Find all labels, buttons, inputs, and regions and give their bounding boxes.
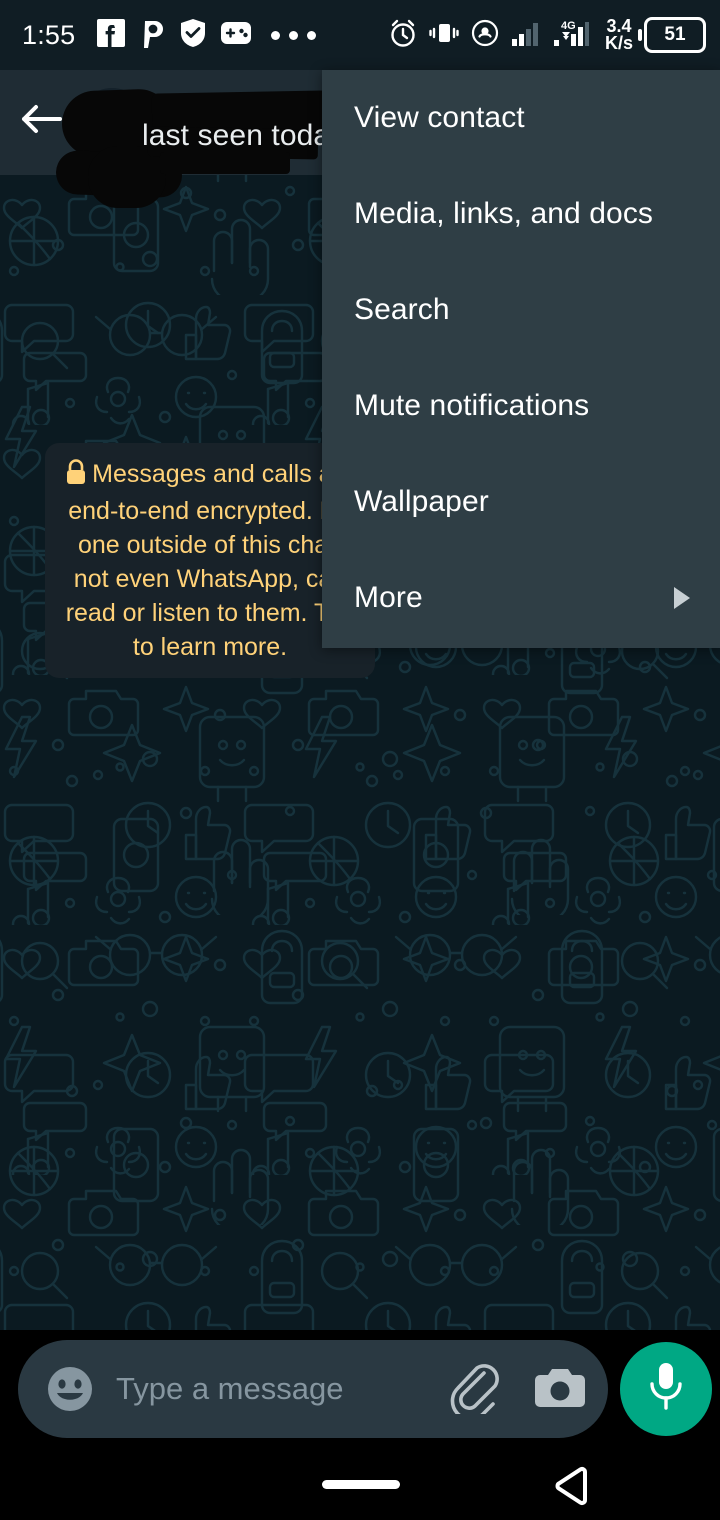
menu-item-label: View contact xyxy=(354,101,525,134)
system-nav-bar xyxy=(0,1450,720,1520)
emoji-smiley-icon[interactable] xyxy=(42,1361,98,1417)
signal-4g-icon: 4G xyxy=(552,18,594,53)
message-input-bar: Type a message xyxy=(0,1330,720,1450)
contact-status-subtitle: last seen today xyxy=(142,119,346,152)
svg-text:4G: 4G xyxy=(561,20,576,32)
status-bar: 1:55 4G 3.4 K/s 51 xyxy=(0,0,720,70)
attach-button[interactable] xyxy=(446,1360,502,1421)
menu-item-label: Media, links, and docs xyxy=(354,197,654,230)
overflow-menu: View contact Media, links, and docs Sear… xyxy=(322,70,720,648)
signal-bars-icon xyxy=(511,19,541,52)
menu-item-label: Wallpaper xyxy=(354,485,489,518)
paperclip-icon xyxy=(447,1360,501,1421)
pinterest-icon xyxy=(139,18,165,53)
menu-item-more[interactable]: More xyxy=(322,550,720,646)
encryption-notice-text: Messages and calls are end-to-end encryp… xyxy=(63,457,357,664)
alarm-icon xyxy=(388,18,418,53)
vibrate-icon xyxy=(429,19,459,52)
redaction-mark xyxy=(160,152,290,174)
battery-indicator: 51 xyxy=(638,17,706,53)
data-speed-unit: K/s xyxy=(604,33,633,53)
camera-button[interactable] xyxy=(532,1361,588,1417)
chevron-right-icon xyxy=(674,587,690,609)
status-bar-system-icons: 4G 3.4 K/s 51 xyxy=(388,17,706,53)
status-bar-clock: 1:55 xyxy=(22,19,76,50)
back-arrow-icon xyxy=(20,101,62,142)
voice-record-button[interactable] xyxy=(620,1342,712,1436)
facebook-icon xyxy=(97,18,126,52)
gamepad-icon xyxy=(221,20,252,51)
menu-item-media-links-docs[interactable]: Media, links, and docs xyxy=(322,166,720,262)
more-dots-icon xyxy=(271,30,317,40)
data-speed-indicator: 3.4 K/s xyxy=(604,17,633,53)
menu-item-search[interactable]: Search xyxy=(322,262,720,358)
message-input-pill[interactable]: Type a message xyxy=(18,1340,608,1438)
menu-item-label: Search xyxy=(354,293,450,326)
camera-icon xyxy=(534,1364,586,1415)
whatsapp-chat-screen: Messages and calls are end-to-end encryp… xyxy=(0,0,720,1520)
microphone-icon xyxy=(644,1359,688,1420)
nav-back-triangle-icon[interactable] xyxy=(552,1466,594,1506)
shield-check-icon xyxy=(179,18,207,53)
encryption-notice-body: Messages and calls are end-to-end encryp… xyxy=(65,460,355,661)
battery-level-text: 51 xyxy=(664,24,686,45)
home-pill-icon[interactable] xyxy=(322,1480,400,1489)
message-input-field[interactable]: Type a message xyxy=(116,1371,446,1407)
lock-icon xyxy=(65,459,87,494)
menu-item-label: More xyxy=(354,581,423,614)
hotspot-icon xyxy=(470,19,500,52)
menu-item-wallpaper[interactable]: Wallpaper xyxy=(322,454,720,550)
menu-item-label: Mute notifications xyxy=(354,389,590,422)
menu-item-view-contact[interactable]: View contact xyxy=(322,70,720,166)
menu-item-mute-notifications[interactable]: Mute notifications xyxy=(322,358,720,454)
status-bar-notification-icons xyxy=(97,18,317,53)
